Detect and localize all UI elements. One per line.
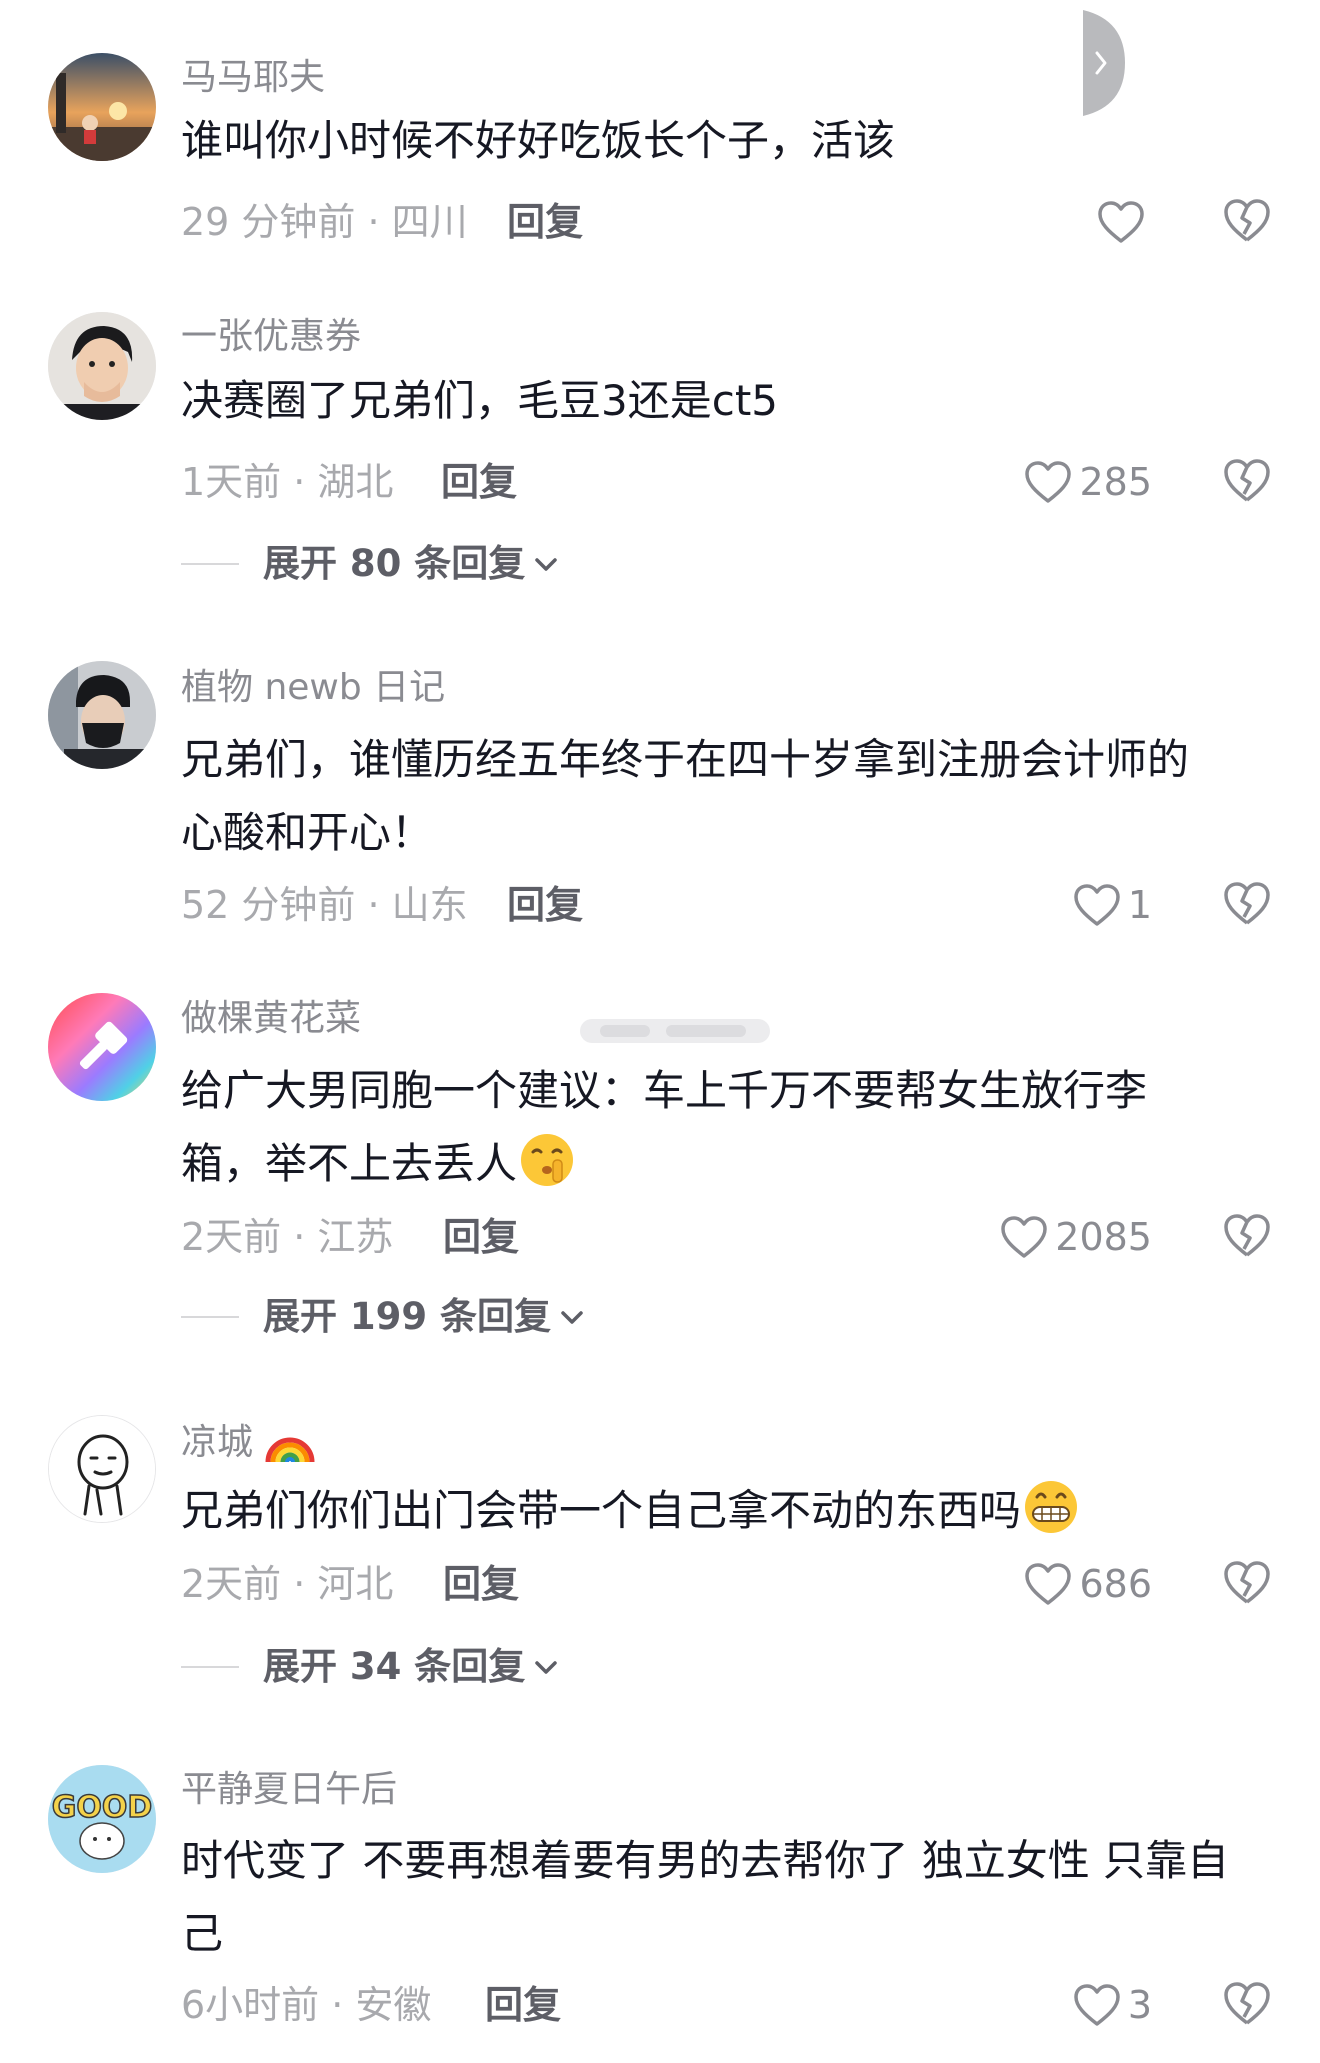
comment-meta: 52 分钟前 · 山东 bbox=[181, 883, 468, 927]
chevron-right-icon bbox=[1083, 10, 1125, 116]
expand-replies-button[interactable]: 展开 80 条回复 bbox=[181, 542, 559, 586]
like-count: 686 bbox=[1079, 1562, 1152, 1606]
divider-line bbox=[181, 1666, 239, 1668]
username[interactable]: 做棵黄花菜 bbox=[181, 997, 361, 1041]
comment-text: 兄弟们你们出门会带一个自己拿不动的东西吗 bbox=[181, 1474, 1271, 1547]
like-count: 3 bbox=[1127, 1983, 1152, 2027]
comment-line: 心酸和开心！ bbox=[181, 808, 434, 857]
dislike-button[interactable] bbox=[1222, 1558, 1272, 1608]
user-avatar[interactable] bbox=[48, 661, 156, 769]
comment-text: 决赛圈了兄弟们，毛豆3还是ct5 bbox=[181, 364, 1271, 437]
rainbow-emoji bbox=[265, 1437, 315, 1463]
like-count: 2085 bbox=[1055, 1215, 1152, 1259]
like-button[interactable]: 1 bbox=[1072, 877, 1152, 933]
divider-line bbox=[181, 1316, 239, 1318]
reply-button[interactable]: 回复 bbox=[507, 883, 583, 927]
shushing-face-emoji bbox=[521, 1134, 574, 1186]
reply-button[interactable]: 回复 bbox=[443, 1215, 519, 1259]
like-button[interactable]: 3 bbox=[1072, 1977, 1152, 2033]
username[interactable]: 凉城 bbox=[181, 1418, 316, 1465]
dislike-button[interactable] bbox=[1222, 196, 1272, 246]
like-count: 1 bbox=[1127, 883, 1152, 927]
broken-heart-icon bbox=[1224, 1561, 1270, 1604]
chevron-down-icon bbox=[535, 558, 558, 571]
chevron-down-icon bbox=[535, 1661, 558, 1674]
man-hand-on-face-avatar bbox=[48, 312, 156, 420]
line-drawing-face-avatar bbox=[49, 1416, 155, 1522]
comment-line: 决赛圈了兄弟们，毛豆3还是ct5 bbox=[181, 376, 779, 425]
comment-line: 兄弟们，谁懂历经五年终于在四十岁拿到注册会计师的 bbox=[181, 735, 1190, 784]
dislike-button[interactable] bbox=[1222, 456, 1272, 506]
user-avatar[interactable] bbox=[48, 312, 156, 420]
reply-button[interactable]: 回复 bbox=[441, 460, 517, 504]
like-count: 285 bbox=[1079, 460, 1152, 504]
heart-outline-icon bbox=[1025, 1563, 1072, 1605]
broken-heart-icon bbox=[1224, 1214, 1270, 1257]
comment-text: 兄弟们，谁懂历经五年终于在四十岁拿到注册会计师的 心酸和开心！ bbox=[181, 723, 1271, 869]
user-avatar[interactable]: GOOD bbox=[48, 1765, 156, 1873]
divider-line bbox=[181, 563, 239, 565]
user-avatar[interactable] bbox=[48, 993, 156, 1101]
broken-heart-icon bbox=[1224, 199, 1270, 242]
comment-meta: 1天前 · 湖北 bbox=[181, 460, 394, 504]
reply-button[interactable]: 回复 bbox=[485, 1983, 561, 2027]
dislike-button[interactable] bbox=[1222, 1211, 1272, 1261]
dislike-button[interactable] bbox=[1222, 1979, 1272, 2029]
good-sheep-avatar: GOOD bbox=[48, 1765, 156, 1873]
comment-meta: 2天前 · 江苏 bbox=[181, 1215, 394, 1259]
broken-heart-icon bbox=[1224, 882, 1270, 925]
heart-outline-icon bbox=[1001, 1216, 1048, 1258]
side-panel-tab[interactable] bbox=[1083, 10, 1125, 116]
username[interactable]: 平静夏日午后 bbox=[181, 1768, 397, 1812]
rainbow-gradient-avatar bbox=[48, 993, 156, 1101]
heart-outline-icon bbox=[1074, 1984, 1120, 2026]
comment-meta: 6小时前 · 安徽 bbox=[181, 1983, 432, 2027]
grinning-face-emoji bbox=[1025, 1481, 1078, 1533]
like-button[interactable] bbox=[1096, 194, 1152, 250]
comment-line: 给广大男同胞一个建议：车上千万不要帮女生放行李 bbox=[181, 1066, 1148, 1115]
sunset-cartoon-avatar bbox=[48, 53, 156, 161]
expand-replies-button[interactable]: 展开 199 条回复 bbox=[181, 1295, 585, 1339]
expand-replies-label: 展开 199 条回复 bbox=[263, 1295, 551, 1338]
expand-replies-label: 展开 34 条回复 bbox=[263, 1645, 526, 1688]
expand-replies-label: 展开 80 条回复 bbox=[263, 542, 526, 585]
username[interactable]: 一张优惠券 bbox=[181, 315, 361, 359]
comment-meta: 2天前 · 河北 bbox=[181, 1562, 394, 1606]
heart-outline-icon bbox=[1074, 884, 1120, 926]
comment-line: 兄弟们你们出门会带一个自己拿不动的东西吗 bbox=[181, 1474, 1271, 1547]
like-button[interactable]: 2085 bbox=[999, 1209, 1152, 1265]
like-button[interactable]: 285 bbox=[1023, 454, 1152, 510]
comment-line: 时代变了 不要再想着要有男的去帮你了 独立女性 只靠自 bbox=[181, 1836, 1230, 1885]
user-avatar[interactable] bbox=[48, 53, 156, 161]
reply-button[interactable]: 回复 bbox=[507, 200, 583, 244]
comment-text: 谁叫你小时候不好好吃饭长个子，活该 bbox=[181, 104, 1271, 177]
broken-heart-icon bbox=[1224, 459, 1270, 502]
comment-text: 给广大男同胞一个建议：车上千万不要帮女生放行李 箱，举不上去丢人 bbox=[181, 1054, 1271, 1200]
masked-person-avatar bbox=[48, 661, 156, 769]
heart-outline-icon bbox=[1025, 461, 1072, 503]
comment-line: 箱，举不上去丢人 bbox=[181, 1127, 1271, 1200]
username[interactable]: 植物 newb 日记 bbox=[181, 666, 445, 710]
heart-outline-icon bbox=[1098, 201, 1144, 243]
reply-button[interactable]: 回复 bbox=[443, 1562, 519, 1606]
comment-line: 谁叫你小时候不好好吃饭长个子，活该 bbox=[181, 116, 896, 165]
svg-text:GOOD: GOOD bbox=[52, 1790, 153, 1825]
comment-meta: 29 分钟前 · 四川 bbox=[181, 200, 468, 244]
comment-line: 己 bbox=[181, 1909, 224, 1958]
user-avatar[interactable] bbox=[48, 1415, 156, 1523]
username[interactable]: 马马耶夫 bbox=[181, 56, 325, 100]
chevron-down-icon bbox=[561, 1311, 583, 1324]
expand-replies-button[interactable]: 展开 34 条回复 bbox=[181, 1645, 559, 1689]
blurred-badge bbox=[580, 1019, 770, 1043]
like-button[interactable]: 686 bbox=[1023, 1556, 1152, 1612]
comment-text: 时代变了 不要再想着要有男的去帮你了 独立女性 只靠自 己 bbox=[181, 1824, 1271, 1970]
broken-heart-icon bbox=[1224, 1982, 1270, 2025]
dislike-button[interactable] bbox=[1222, 879, 1272, 929]
